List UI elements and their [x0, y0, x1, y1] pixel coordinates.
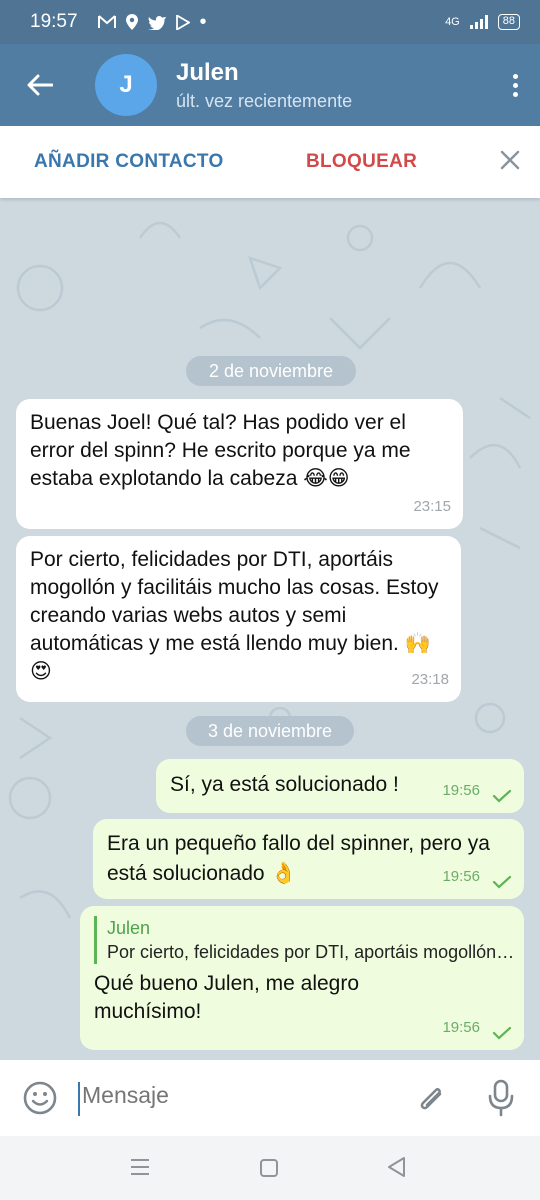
reply-quote[interactable]: Julen Por cierto, felicidades por DTI, a…: [94, 916, 517, 964]
contact-name: Julen: [176, 58, 239, 86]
recent-apps-button[interactable]: [130, 1158, 150, 1181]
reply-text: Por cierto, felicidades por DTI, aportái…: [107, 942, 517, 962]
message-bubble[interactable]: Por cierto, felicidades por DTI, aportái…: [16, 536, 461, 702]
message-text: Buenas Joel! Qué tal? Has podido ver el …: [30, 411, 411, 490]
check-icon: [492, 875, 512, 889]
system-nav-bar: [0, 1136, 540, 1200]
add-contact-button[interactable]: AÑADIR CONTACTO: [34, 151, 224, 173]
microphone-icon: [488, 1079, 514, 1117]
text-cursor: [78, 1082, 80, 1116]
message-input[interactable]: [82, 1082, 382, 1109]
back-triangle-icon: [388, 1157, 405, 1177]
network-type: 4G: [445, 16, 460, 28]
reply-author: Julen: [107, 918, 151, 938]
more-vert-icon: [512, 73, 518, 79]
message-time: 19:56: [442, 782, 480, 799]
dot-icon: •: [199, 11, 207, 33]
message-text: Por cierto, felicidades por DTI, aportái…: [30, 548, 439, 683]
avatar[interactable]: J: [95, 54, 157, 116]
more-menu-button[interactable]: [490, 73, 540, 97]
status-time: 19:57: [30, 11, 78, 32]
voice-message-button[interactable]: [486, 1078, 516, 1123]
chat-area[interactable]: 2 de noviembre Buenas Joel! Qué tal? Has…: [0, 198, 540, 1060]
message-time: 23:18: [411, 671, 449, 688]
message-bubble[interactable]: Buenas Joel! Qué tal? Has podido ver el …: [16, 399, 463, 529]
location-icon: [125, 14, 138, 30]
arrow-left-icon: [27, 74, 53, 96]
message-bubble[interactable]: Era un pequeño fallo del spinner, pero y…: [93, 819, 524, 899]
check-icon: [492, 789, 512, 803]
contact-status: últ. vez recientemente: [176, 90, 353, 111]
notification-icons: •: [97, 11, 207, 33]
date-separator: 2 de noviembre: [186, 356, 356, 386]
back-button[interactable]: [0, 74, 80, 96]
paperclip-icon: [420, 1088, 442, 1110]
message-input-bar: [0, 1060, 540, 1136]
battery-icon: 88: [497, 14, 520, 30]
status-bar: 19:57 • 4G 88: [0, 0, 540, 44]
message-bubble[interactable]: Julen Por cierto, felicidades por DTI, a…: [80, 906, 524, 1050]
play-store-icon: [175, 14, 190, 30]
signal-icon: [469, 15, 488, 29]
emoji-button[interactable]: [22, 1080, 58, 1121]
message-bubble[interactable]: Sí, ya está solucionado ! 19:56: [156, 759, 524, 813]
smiley-icon: [23, 1081, 57, 1115]
nav-back-button[interactable]: [386, 1156, 406, 1183]
message-time: 23:15: [413, 498, 451, 515]
chat-header: J Julen últ. vez recientemente: [0, 44, 540, 126]
contact-info[interactable]: Julen últ. vez recientemente: [176, 59, 352, 112]
close-icon: [500, 150, 520, 170]
check-icon: [492, 1026, 512, 1040]
message-text: Qué bueno Julen, me alegro muchísimo!: [94, 972, 360, 1023]
gmail-icon: [97, 15, 116, 28]
message-time: 19:56: [442, 1019, 480, 1036]
home-square-icon: [260, 1159, 278, 1177]
message-time: 19:56: [442, 868, 480, 885]
close-action-bar-button[interactable]: [500, 150, 520, 175]
date-separator: 3 de noviembre: [186, 716, 354, 746]
menu-icon: [131, 1159, 149, 1175]
twitter-icon: [148, 15, 166, 30]
home-button[interactable]: [259, 1158, 279, 1183]
attach-button[interactable]: [414, 1078, 448, 1123]
block-button[interactable]: BLOQUEAR: [306, 151, 417, 173]
contact-action-bar: AÑADIR CONTACTO BLOQUEAR: [0, 126, 540, 198]
